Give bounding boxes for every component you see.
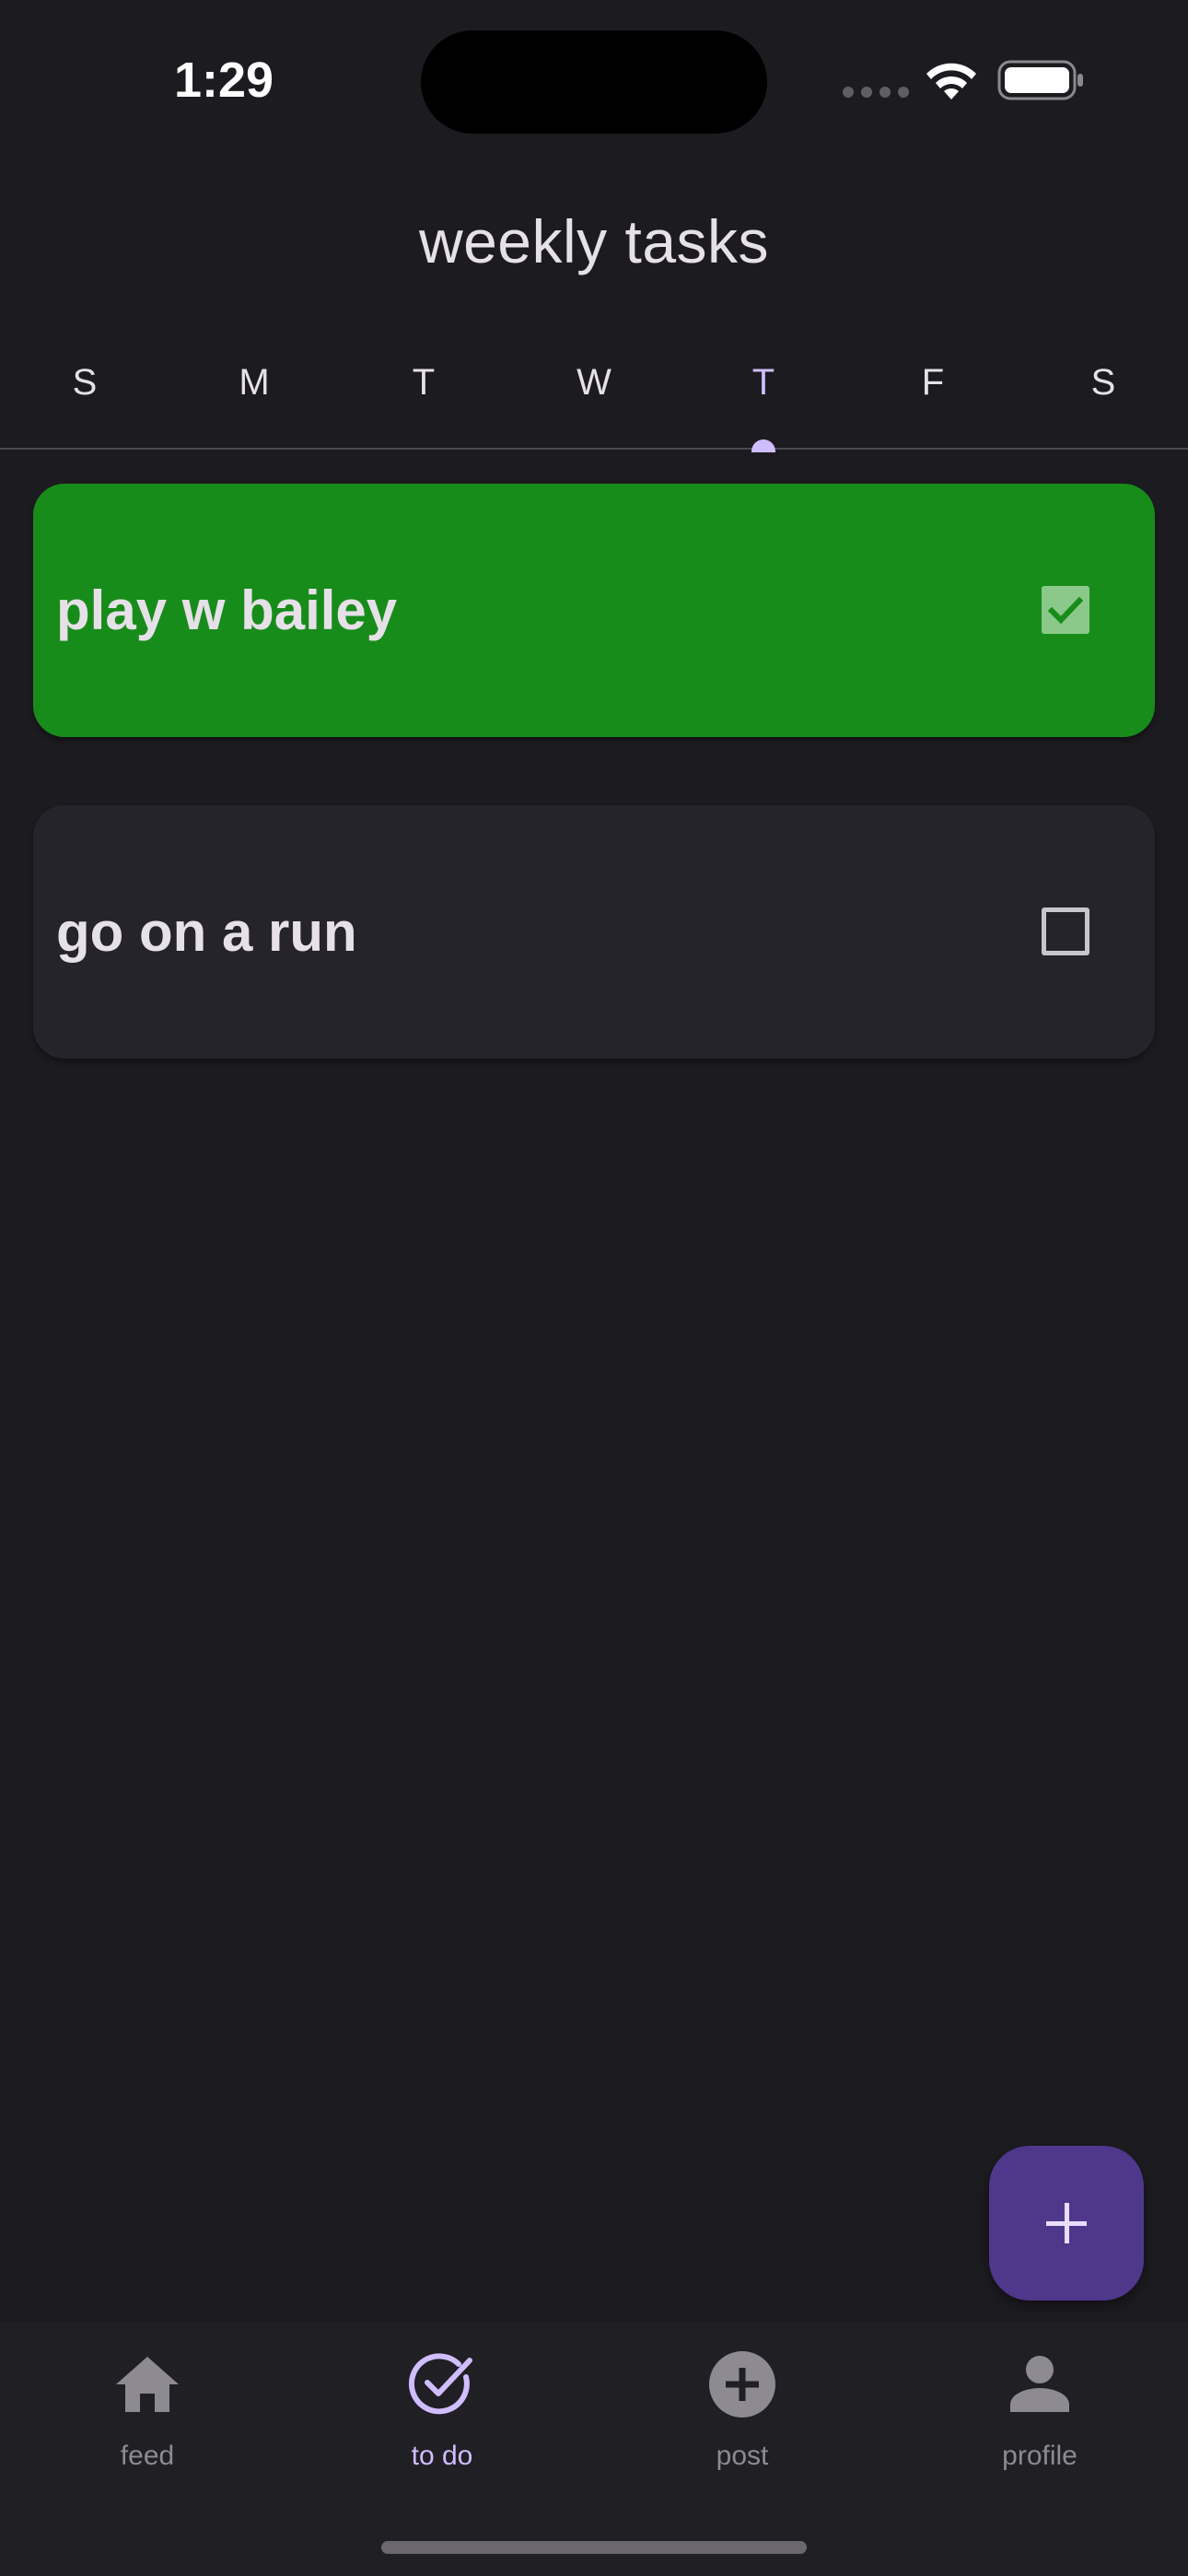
nav-label-feed: feed bbox=[120, 2441, 175, 2471]
cellular-signal-icon bbox=[843, 87, 909, 98]
task-card-pending[interactable]: go on a run bbox=[33, 805, 1155, 1059]
wifi-icon bbox=[926, 63, 976, 100]
task-checkbox-checked[interactable] bbox=[1042, 586, 1089, 634]
day-tab-saturday[interactable]: S bbox=[1019, 341, 1188, 450]
checkmark-icon bbox=[1047, 596, 1084, 625]
day-tab-bar: S M T W T F S bbox=[0, 341, 1188, 450]
task-label: go on a run bbox=[56, 901, 357, 963]
check-circle-icon bbox=[408, 2353, 472, 2415]
day-tab-wednesday[interactable]: W bbox=[509, 341, 679, 450]
dynamic-island bbox=[421, 30, 767, 134]
home-indicator[interactable] bbox=[381, 2541, 807, 2554]
add-circle-icon bbox=[709, 2351, 775, 2418]
task-label: play w bailey bbox=[56, 580, 398, 641]
day-tab-monday[interactable]: M bbox=[169, 341, 339, 450]
bottom-navigation: feed to do post profile bbox=[0, 2322, 1188, 2576]
nav-label-post: post bbox=[716, 2441, 769, 2471]
status-time: 1:29 bbox=[173, 53, 274, 108]
nav-item-todo[interactable]: to do bbox=[332, 2349, 553, 2497]
task-card-completed[interactable]: play w bailey bbox=[33, 484, 1155, 737]
home-icon bbox=[116, 2357, 179, 2412]
nav-item-post[interactable]: post bbox=[632, 2349, 853, 2497]
nav-item-profile[interactable]: profile bbox=[929, 2349, 1150, 2497]
nav-label-todo: to do bbox=[411, 2441, 473, 2471]
nav-item-feed[interactable]: feed bbox=[37, 2349, 258, 2497]
add-task-button[interactable] bbox=[989, 2146, 1144, 2301]
plus-icon bbox=[1046, 2203, 1087, 2243]
nav-label-profile: profile bbox=[1002, 2441, 1077, 2471]
day-tab-sunday[interactable]: S bbox=[0, 341, 169, 450]
day-tab-thursday[interactable]: T bbox=[679, 341, 848, 450]
person-icon bbox=[1010, 2356, 1069, 2412]
battery-icon bbox=[997, 60, 1083, 100]
page-title: weekly tasks bbox=[418, 207, 770, 275]
day-tab-friday[interactable]: F bbox=[848, 341, 1018, 450]
task-checkbox-unchecked[interactable] bbox=[1042, 907, 1089, 955]
app-screen: 1:29 weekly tasks S M T W T F S play w b… bbox=[0, 0, 1188, 2576]
day-tab-tuesday[interactable]: T bbox=[339, 341, 508, 450]
